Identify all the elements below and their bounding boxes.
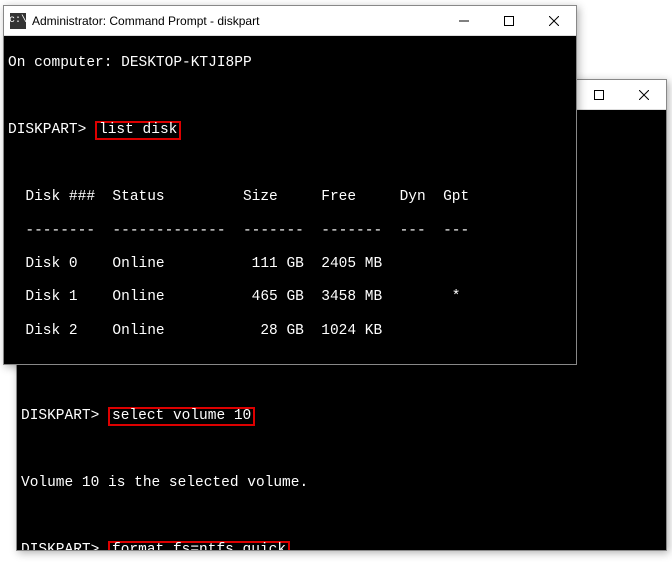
highlighted-command: format fs=ntfs quick <box>108 541 290 550</box>
table-row: Disk 1 Online 465 GB 3458 MB * <box>8 289 572 306</box>
highlighted-command: select volume 10 <box>108 407 255 426</box>
close-button[interactable] <box>621 80 666 110</box>
table-row: Disk 0 Online 111 GB 2405 MB <box>8 256 572 273</box>
close-button[interactable] <box>531 6 576 36</box>
diskpart-prompt: DISKPART> <box>21 542 99 550</box>
response-text: Volume 10 is the selected volume. <box>21 475 662 492</box>
table-divider: -------- ------------- ------- ------- -… <box>8 223 572 240</box>
diskpart-prompt: DISKPART> <box>8 122 86 138</box>
maximize-button[interactable] <box>576 80 621 110</box>
window-title-front: Administrator: Command Prompt - diskpart <box>32 14 441 28</box>
titlebar-front[interactable]: c:\ Administrator: Command Prompt - disk… <box>4 6 576 36</box>
cmd-line: DISKPART> format fs=ntfs quick <box>21 541 662 550</box>
command-prompt-window-front: c:\ Administrator: Command Prompt - disk… <box>3 5 577 365</box>
console-body-front[interactable]: On computer: DESKTOP-KTJI8PP DISKPART> l… <box>4 36 576 364</box>
highlighted-command: list disk <box>95 121 181 140</box>
table-header: Disk ### Status Size Free Dyn Gpt <box>8 189 572 206</box>
maximize-button[interactable] <box>486 6 531 36</box>
minimize-button[interactable] <box>441 6 486 36</box>
cmd-line: DISKPART> select volume 10 <box>21 407 662 426</box>
computer-line: On computer: DESKTOP-KTJI8PP <box>8 55 572 72</box>
cmd-line: DISKPART> list disk <box>8 121 572 140</box>
table-row: Disk 2 Online 28 GB 1024 KB <box>8 323 572 340</box>
window-controls-front <box>441 6 576 35</box>
diskpart-prompt: DISKPART> <box>21 408 99 424</box>
app-icon: c:\ <box>10 13 26 29</box>
